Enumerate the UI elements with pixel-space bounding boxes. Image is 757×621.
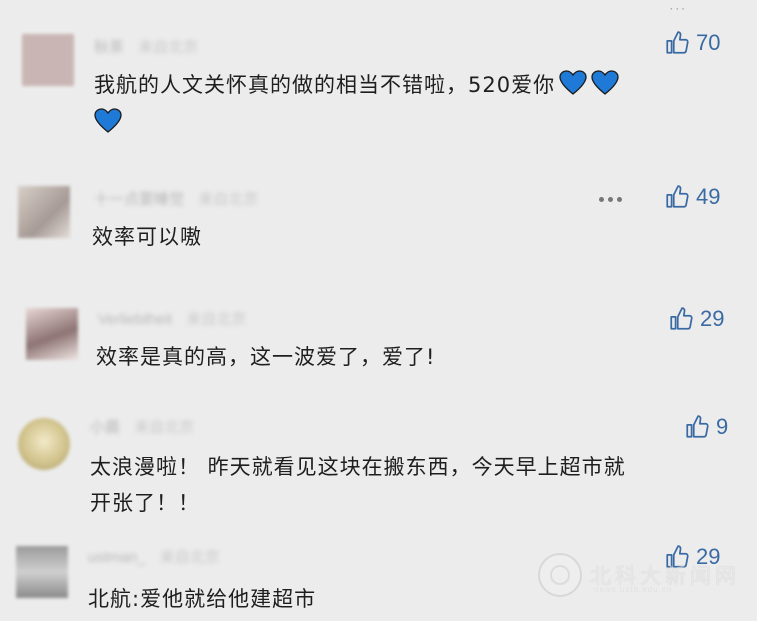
comment-text-cont: [92, 104, 122, 142]
like-count: 70: [696, 30, 721, 55]
comment-meta: 十一点要睡觉 来自北京: [94, 188, 258, 210]
top-dots: ···: [669, 2, 687, 16]
username[interactable]: ustman_: [88, 549, 146, 566]
watermark: 北科大新闻网 news.ustb.edu.cn: [538, 553, 740, 597]
avatar[interactable]: [18, 186, 70, 238]
avatar[interactable]: [16, 546, 68, 598]
watermark-subtext: news.ustb.edu.cn: [594, 585, 673, 594]
comment-text: 效率可以嗷: [92, 225, 202, 249]
blue-heart-icon: [559, 70, 587, 96]
more-icon[interactable]: [599, 197, 622, 202]
avatar[interactable]: [22, 34, 74, 86]
location: 来自北京: [138, 39, 199, 56]
username[interactable]: 十一点要睡觉: [94, 191, 184, 208]
username[interactable]: Verliebtheit: [98, 311, 172, 328]
avatar[interactable]: [18, 418, 70, 470]
comment-text: 北航:爱他就给他建超市: [88, 587, 317, 611]
comment-meta: Verliebtheit 来自北京: [98, 308, 246, 330]
comment-text: 太浪漫啦！ 昨天就看见这块在搬东西，今天早上超市就: [90, 455, 626, 479]
location: 来自北京: [198, 191, 259, 208]
like-button[interactable]: 29: [668, 306, 724, 332]
like-count: 29: [700, 306, 725, 331]
location: 来自北京: [186, 311, 247, 328]
comment-meta: 小晨 来自北京: [90, 416, 194, 438]
blue-heart-icon: [94, 108, 122, 134]
avatar[interactable]: [26, 308, 78, 360]
thumbs-up-icon: [664, 30, 690, 56]
watermark-logo-icon: [538, 553, 582, 597]
comment-text: 效率是真的高，这一波爱了，爱了!: [96, 345, 436, 369]
thumbs-up-icon: [668, 306, 694, 332]
like-button[interactable]: 70: [664, 30, 720, 56]
like-button[interactable]: 9: [684, 414, 728, 440]
comment-text: 我航的人文关怀真的做的相当不错啦，520爱你: [94, 66, 619, 104]
like-count: 49: [696, 184, 721, 209]
username[interactable]: 秋茶: [94, 39, 124, 56]
like-count: 9: [716, 414, 729, 439]
username[interactable]: 小晨: [90, 419, 120, 436]
comment-meta: ustman_ 来自北京: [88, 546, 220, 568]
location: 来自北京: [134, 419, 195, 436]
location: 来自北京: [159, 549, 220, 566]
comment-meta: 秋茶 来自北京: [94, 36, 198, 58]
thumbs-up-icon: [684, 414, 710, 440]
like-button[interactable]: 49: [664, 184, 720, 210]
blue-heart-icon: [591, 70, 619, 96]
thumbs-up-icon: [664, 184, 690, 210]
comment-text-cont: 开张了！！: [90, 491, 200, 515]
